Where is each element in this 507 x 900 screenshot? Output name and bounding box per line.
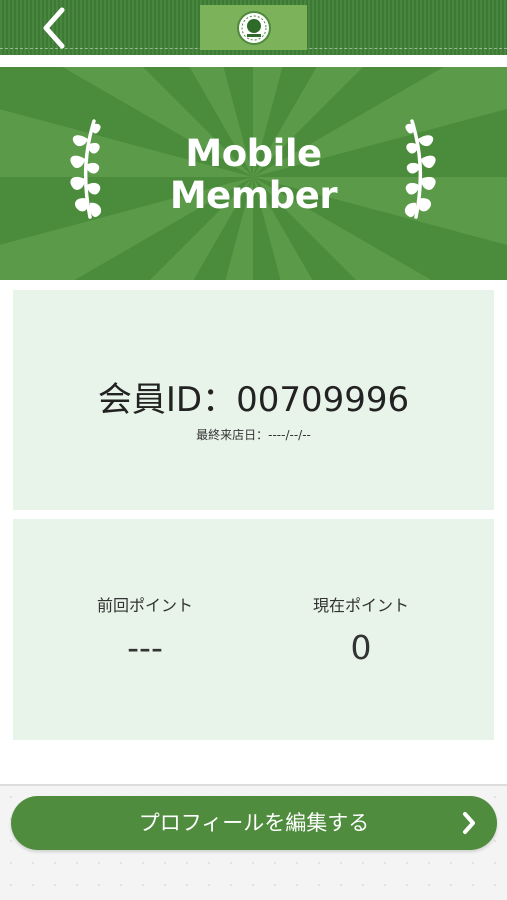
previous-points-label: 前回ポイント	[96, 596, 193, 615]
last-visit-date: 最終来店日：----/--/--	[196, 428, 311, 442]
previous-points-value: ---	[127, 628, 163, 667]
app-logo	[200, 5, 307, 50]
header-gap	[0, 55, 507, 67]
hero-title: Mobile Member	[0, 133, 507, 217]
hero-title-line2: Member	[169, 174, 338, 217]
club-emblem-icon	[236, 10, 271, 45]
hero-title-line1: Mobile	[185, 132, 322, 175]
chevron-left-icon	[43, 7, 65, 49]
chevron-right-icon	[463, 812, 475, 834]
edit-profile-button[interactable]: プロフィールを編集する	[11, 796, 497, 850]
back-button[interactable]	[32, 6, 76, 50]
member-id: 会員ID：00709996	[97, 380, 410, 420]
current-points-label: 現在ポイント	[312, 596, 409, 615]
edit-profile-label: プロフィールを編集する	[138, 811, 370, 835]
current-points-value: 0	[350, 628, 372, 667]
